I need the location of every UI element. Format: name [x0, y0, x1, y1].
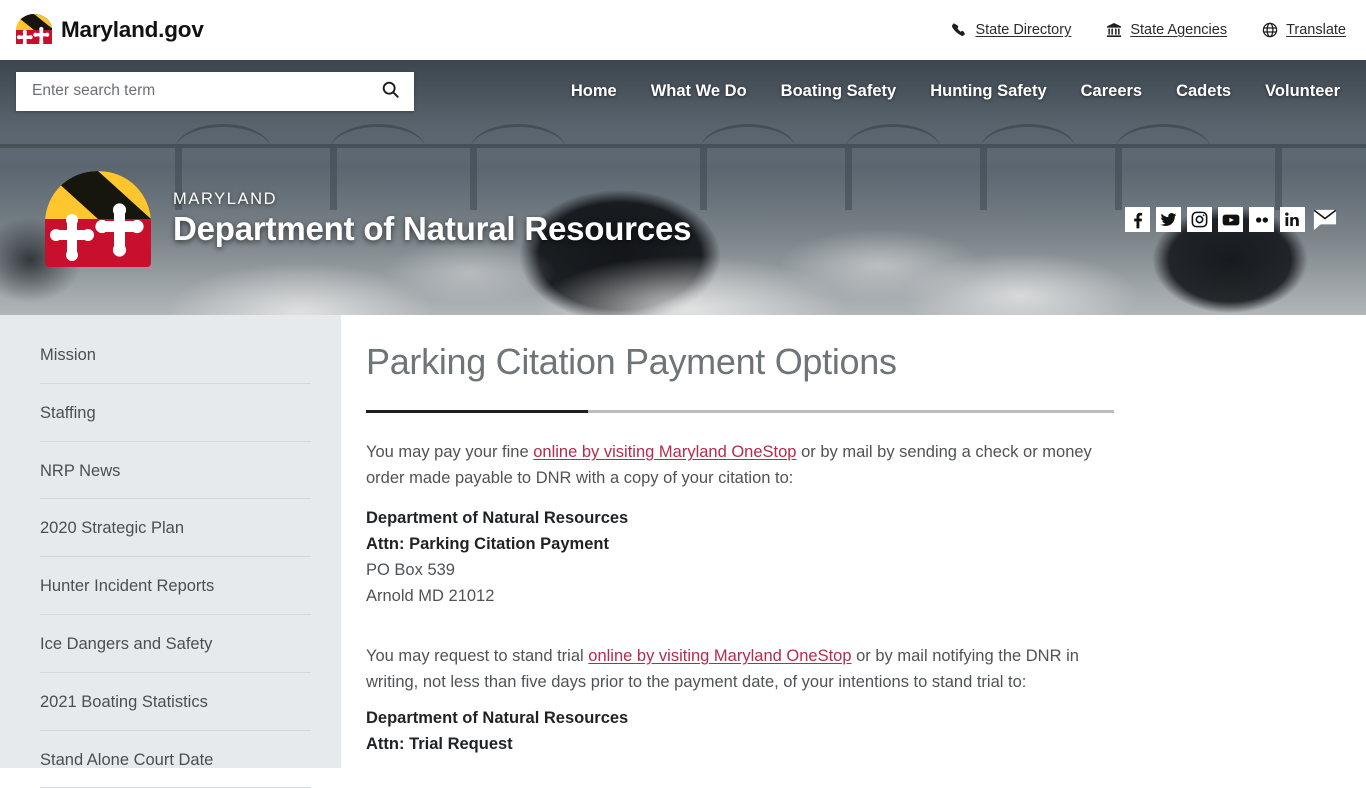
title-underline-rule	[366, 410, 1114, 413]
search-icon	[381, 80, 400, 102]
sidebar-item-hunter-incident-reports[interactable]: Hunter Incident Reports	[40, 557, 311, 615]
bank-icon	[1105, 22, 1122, 39]
nav-item-hunting-safety[interactable]: Hunting Safety	[930, 82, 1046, 101]
state-directory-link[interactable]: State Directory	[950, 22, 1071, 39]
paragraph-trial-before: You may request to stand trial	[366, 647, 589, 665]
maryland-gov-home-link[interactable]: Maryland.gov	[14, 14, 204, 46]
sidebar-item-ice-dangers-and-safety[interactable]: Ice Dangers and Safety	[40, 615, 311, 673]
sidebar-item-nrp-news[interactable]: NRP News	[40, 442, 311, 500]
instagram-icon[interactable]	[1187, 207, 1212, 232]
sidebar-item-2021-boating-statistics[interactable]: 2021 Boating Statistics	[40, 673, 311, 731]
agency-title-block: MARYLAND Department of Natural Resources	[173, 190, 691, 247]
state-agencies-link[interactable]: State Agencies	[1105, 22, 1227, 39]
onestop-payment-link[interactable]: online by visiting Maryland OneStop	[533, 443, 796, 461]
utility-links: State Directory State Agencies Translate	[950, 22, 1346, 39]
main-content: Parking Citation Payment Options You may…	[341, 315, 1366, 768]
address-line: PO Box 539	[366, 561, 455, 579]
agency-title: Department of Natural Resources	[173, 210, 692, 248]
maryland-flag-icon	[14, 14, 54, 46]
onestop-trial-link[interactable]: online by visiting Maryland OneStop	[588, 647, 851, 665]
sidebar-item-stand-alone-court-date[interactable]: Stand Alone Court Date	[40, 731, 311, 788]
social-links	[1125, 206, 1338, 233]
sidebar-item-staffing[interactable]: Staffing	[40, 384, 311, 442]
sidebar-navigation: Mission Staffing NRP News 2020 Strategic…	[0, 315, 341, 788]
utility-top-bar: Maryland.gov State Directory State Agenc…	[0, 0, 1366, 60]
linkedin-icon[interactable]	[1280, 207, 1305, 232]
nav-item-boating-safety[interactable]: Boating Safety	[781, 82, 897, 101]
sidebar-item-mission[interactable]: Mission	[40, 315, 311, 384]
brand-label: Maryland.gov	[61, 17, 204, 42]
article-body: You may pay your fine online by visiting…	[366, 439, 1106, 757]
agency-identity: MARYLAND Department of Natural Resources	[45, 171, 691, 267]
search-input[interactable]	[30, 81, 379, 101]
translate-link[interactable]: Translate	[1261, 22, 1346, 39]
nav-item-home[interactable]: Home	[571, 82, 617, 101]
search-box[interactable]	[16, 71, 414, 111]
search-submit-button[interactable]	[379, 80, 402, 102]
page-title: Parking Citation Payment Options	[366, 341, 897, 382]
sidebar-item-2020-strategic-plan[interactable]: 2020 Strategic Plan	[40, 499, 311, 558]
address-line: Attn: Parking Citation Payment	[366, 535, 609, 553]
email-icon[interactable]	[1311, 206, 1338, 233]
state-directory-label: State Directory	[975, 22, 1072, 38]
nav-item-cadets[interactable]: Cadets	[1176, 82, 1231, 101]
address-line: Department of Natural Resources	[366, 509, 629, 527]
address-line: Arnold MD 21012	[366, 587, 495, 605]
flickr-icon[interactable]	[1249, 207, 1274, 232]
twitter-icon[interactable]	[1156, 207, 1181, 232]
paragraph-payment: You may pay your fine online by visiting…	[366, 439, 1106, 491]
phone-icon	[950, 22, 967, 39]
address-line: Department of Natural Resources	[366, 709, 629, 727]
address-line: Attn: Trial Request	[366, 735, 513, 753]
maryland-state-seal-icon	[45, 171, 151, 267]
youtube-icon[interactable]	[1218, 207, 1243, 232]
page-body: Mission Staffing NRP News 2020 Strategic…	[0, 315, 1366, 788]
translate-label: Translate	[1286, 22, 1346, 38]
paragraph-payment-before: You may pay your fine	[366, 443, 534, 461]
nav-item-volunteer[interactable]: Volunteer	[1265, 82, 1340, 101]
hero-banner: Home What We Do Boating Safety Hunting S…	[0, 60, 1366, 315]
facebook-icon[interactable]	[1125, 207, 1150, 232]
nav-item-what-we-do[interactable]: What We Do	[651, 82, 747, 101]
state-agencies-label: State Agencies	[1130, 22, 1228, 38]
globe-icon	[1261, 22, 1278, 39]
nav-item-careers[interactable]: Careers	[1081, 82, 1142, 101]
main-navigation: Home What We Do Boating Safety Hunting S…	[444, 82, 1366, 101]
paragraph-trial: You may request to stand trial online by…	[366, 643, 1106, 695]
hero-top-row: Home What We Do Boating Safety Hunting S…	[0, 60, 1366, 122]
agency-eyebrow: MARYLAND	[173, 190, 278, 209]
